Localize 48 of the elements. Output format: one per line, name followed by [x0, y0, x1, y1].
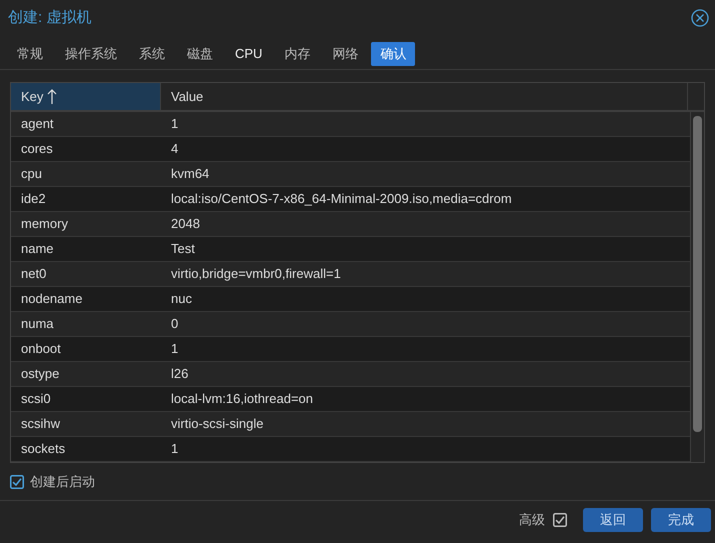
table-cell-text: nuc — [170, 290, 192, 308]
table-cell-text: memory — [20, 215, 69, 234]
checkbox[interactable] — [10, 474, 24, 488]
tab[interactable]: 常规 — [8, 42, 52, 66]
tab[interactable]: 确认 — [371, 42, 416, 66]
table-cell-text: ostype — [20, 365, 60, 384]
tab[interactable]: CPU — [226, 42, 272, 66]
window-title: 创建: 虚拟机 — [8, 8, 92, 28]
table-cell-text: scsi0 — [20, 390, 52, 408]
table-cell-text: nodename — [20, 290, 84, 308]
table-cell-text: local:iso/CentOS-7-x86_64-Minimal-2009.iso,media=cdrom — [170, 190, 512, 208]
table-cell-text: agent — [20, 115, 55, 134]
table-cell-text: cpu — [20, 165, 43, 184]
checkbox-label: 高级 — [519, 511, 545, 530]
table-cell-text: numa — [20, 315, 55, 334]
tab[interactable]: 内存 — [275, 42, 320, 66]
table-cell-text: onboot — [20, 340, 62, 358]
table-cell-text: scsihw — [20, 415, 62, 434]
table-cell-text: 1 — [170, 115, 178, 134]
close-icon[interactable] — [691, 9, 709, 27]
table-cell-text: sockets — [20, 440, 66, 458]
table-cell-text: name — [20, 240, 55, 258]
table-cell-text: kvm64 — [170, 165, 210, 184]
sort-arrow-icon — [47, 88, 58, 104]
table-cell-text: 1 — [170, 340, 178, 358]
table-cell-text: 1 — [170, 440, 178, 458]
column-header[interactable]: Key — [11, 83, 161, 110]
table-cell-text: virtio-scsi-single — [170, 415, 264, 434]
scrollbar[interactable] — [690, 112, 704, 462]
tab[interactable]: 系统 — [130, 42, 174, 66]
table-cell-text: ide2 — [20, 190, 47, 208]
checkbox-label: 创建后启动 — [30, 472, 95, 491]
dialog-button[interactable]: 返回 — [583, 508, 643, 532]
table-cell-text: 2048 — [170, 215, 200, 234]
column-header[interactable]: Value — [161, 83, 688, 110]
table-cell-text: local-lvm:16,iothread=on — [170, 390, 313, 408]
checkbox[interactable] — [553, 513, 567, 527]
tab[interactable]: 操作系统 — [56, 42, 126, 66]
table-cell-text: cores — [20, 140, 54, 158]
table-cell-text: l26 — [170, 365, 188, 384]
table-cell-text: 4 — [170, 140, 178, 158]
tab[interactable]: 磁盘 — [178, 42, 222, 66]
tab[interactable]: 网络 — [323, 42, 368, 66]
table-cell-text: net0 — [20, 265, 48, 284]
table-cell-text: virtio,bridge=vmbr0,firewall=1 — [170, 265, 341, 284]
dialog-button[interactable]: 完成 — [651, 508, 711, 532]
table-cell-text: Test — [170, 240, 195, 258]
table-cell-text: 0 — [170, 315, 178, 334]
